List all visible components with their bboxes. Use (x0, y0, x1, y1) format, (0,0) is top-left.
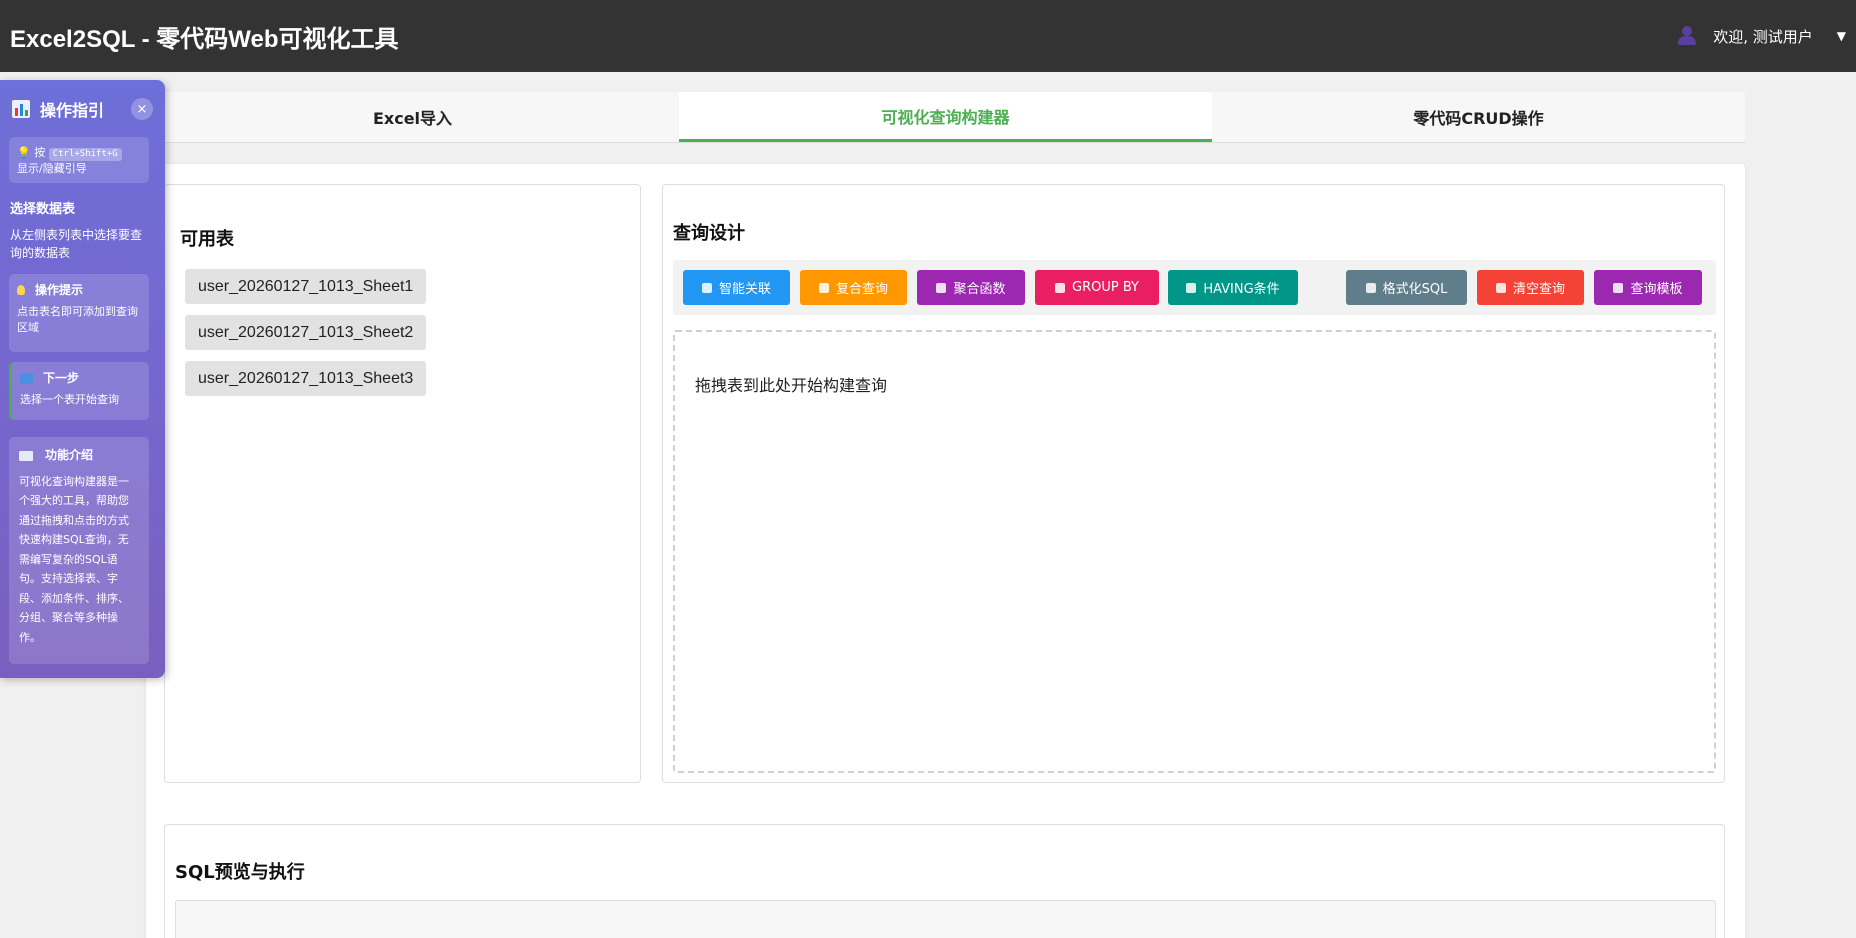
close-icon[interactable]: × (131, 98, 153, 120)
guide-next-step-box: 下一步 选择一个表开始查询 (9, 362, 149, 420)
bar-chart-icon (12, 100, 30, 118)
book-icon (19, 450, 33, 461)
main-tabs: Excel导入 可视化查询构建器 零代码CRUD操作 (146, 92, 1745, 143)
table-item[interactable]: user_20260127_1013_Sheet1 (185, 269, 427, 304)
lightbulb-icon (701, 282, 712, 293)
user-greeting: 欢迎, 测试用户 (1713, 27, 1813, 46)
query-toolbar: 智能关联 复合查询 聚合函数 GROUP BY HAVING条件 格式化SQL … (673, 260, 1716, 315)
group-by-button[interactable]: GROUP BY (1035, 270, 1159, 305)
tab-query-builder[interactable]: 可视化查询构建器 (679, 92, 1212, 142)
query-builder-card: 可用表 user_20260127_1013_Sheet1 user_20260… (146, 164, 1745, 938)
guide-next-title: 下一步 (43, 371, 80, 385)
user-menu[interactable]: 欢迎, 测试用户 ▼ (1677, 26, 1846, 47)
table-list: user_20260127_1013_Sheet1 user_20260127_… (185, 269, 427, 396)
guide-tip-text: 点击表名即可添加到查询区域 (17, 305, 138, 334)
format-sql-button[interactable]: 格式化SQL (1346, 270, 1467, 305)
guide-title: 操作指引 (40, 101, 105, 120)
sql-preview-panel: SQL预览与执行 (164, 824, 1725, 938)
sql-preview-editor[interactable] (175, 900, 1716, 938)
query-template-button[interactable]: 查询模板 (1594, 270, 1702, 305)
chevron-down-icon[interactable]: ▼ (1837, 29, 1846, 43)
query-drop-zone[interactable]: 拖拽表到此处开始构建查询 (673, 330, 1716, 773)
shortcut-suffix: 显示/隐藏引导 (17, 162, 87, 175)
clear-query-button[interactable]: 清空查询 (1477, 270, 1584, 305)
operation-guide-panel: 操作指引 × 💡 按 Ctrl+Shift+G 显示/隐藏引导 选择数据表 从左… (0, 80, 165, 678)
link-icon (818, 282, 829, 293)
guide-feature-text: 可视化查询构建器是一个强大的工具，帮助您通过拖拽和点击的方式快速构建SQL查询，… (19, 474, 129, 644)
sql-preview-title: SQL预览与执行 (175, 862, 305, 883)
shortcut-keys: Ctrl+Shift+G (48, 148, 122, 161)
drop-hint: 拖拽表到此处开始构建查询 (695, 376, 888, 395)
arrow-right-icon (20, 372, 33, 384)
available-tables-title: 可用表 (180, 229, 234, 250)
trash-icon (1495, 282, 1506, 293)
query-design-title: 查询设计 (673, 223, 745, 244)
guide-feature-title: 功能介绍 (45, 448, 94, 462)
magnifier-icon (1186, 282, 1197, 293)
document-icon (1365, 282, 1376, 293)
compound-query-button[interactable]: 复合查询 (800, 270, 907, 305)
app-title: Excel2SQL - 零代码Web可视化工具 (10, 25, 399, 53)
aggregate-function-button[interactable]: 聚合函数 (917, 270, 1025, 305)
tab-excel-import[interactable]: Excel导入 (146, 92, 679, 142)
table-item[interactable]: user_20260127_1013_Sheet3 (185, 361, 427, 396)
guide-step-title: 选择数据表 (10, 202, 76, 217)
query-design-panel: 查询设计 智能关联 复合查询 聚合函数 GROUP BY HAVING条件 格式… (662, 184, 1725, 783)
smart-join-button[interactable]: 智能关联 (683, 270, 790, 305)
shortcut-prefix: 💡 按 (17, 146, 46, 159)
guide-tip-box: 操作提示 点击表名即可添加到查询区域 (9, 274, 149, 352)
user-icon (1677, 26, 1697, 46)
bar-chart-icon (936, 282, 947, 293)
guide-header: 操作指引 × (12, 97, 153, 121)
tab-crud[interactable]: 零代码CRUD操作 (1212, 92, 1745, 142)
shortcut-hint: 💡 按 Ctrl+Shift+G 显示/隐藏引导 (9, 137, 149, 183)
lightbulb-icon (17, 285, 25, 295)
having-condition-button[interactable]: HAVING条件 (1168, 270, 1298, 305)
available-tables-panel: 可用表 user_20260127_1013_Sheet1 user_20260… (164, 184, 641, 783)
guide-next-text: 选择一个表开始查询 (20, 393, 119, 406)
table-item[interactable]: user_20260127_1013_Sheet2 (185, 315, 427, 350)
clipboard-icon (1055, 282, 1065, 293)
template-icon (1613, 282, 1624, 293)
guide-tip-title: 操作提示 (35, 283, 84, 297)
app-header: Excel2SQL - 零代码Web可视化工具 欢迎, 测试用户 ▼ (0, 0, 1856, 72)
guide-step-text: 从左侧表列表中选择要查询的数据表 (10, 228, 143, 260)
guide-feature-box: 功能介绍 可视化查询构建器是一个强大的工具，帮助您通过拖拽和点击的方式快速构建S… (9, 437, 149, 664)
